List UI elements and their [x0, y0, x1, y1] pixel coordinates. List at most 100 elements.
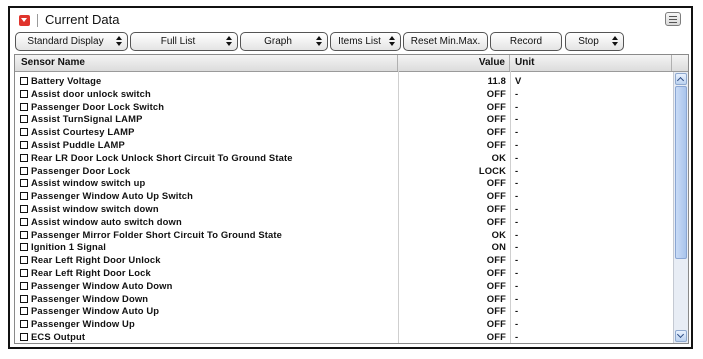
table-row[interactable]: Ignition 1 Signal ON - [15, 241, 672, 254]
sensor-name-cell: Rear Left Right Door Lock [31, 266, 151, 278]
sensor-value-cell: LOCK [478, 164, 506, 176]
sensor-value-cell: OFF [486, 113, 506, 125]
sensor-unit-cell: - [515, 164, 519, 176]
graph-select[interactable]: Graph [240, 32, 328, 51]
table-row[interactable]: Assist window switch down OFF - [15, 203, 672, 216]
list-filter-select[interactable]: Full List [130, 32, 238, 51]
chevron-down-icon[interactable] [675, 330, 687, 342]
checkbox-icon[interactable] [20, 332, 28, 341]
vertical-scrollbar[interactable] [673, 72, 688, 343]
sensor-value-cell: OFF [486, 138, 506, 150]
table-row[interactable]: Assist door unlock switch OFF - [15, 88, 672, 101]
checkbox-icon[interactable] [20, 294, 28, 303]
table-body: Battery Voltage 11.8 V Assist door unlock s… [15, 75, 672, 343]
table-row[interactable]: Assist window auto switch down OFF - [15, 216, 672, 229]
column-header-unit[interactable]: Unit [510, 55, 672, 71]
record-button[interactable]: Record [490, 32, 562, 51]
sensor-name-cell: Passenger Window Up [31, 318, 135, 330]
table-row[interactable]: Passenger Door Lock Switch OFF - [15, 101, 672, 114]
table-row[interactable]: ECS Output OFF - [15, 330, 672, 343]
reset-min-max-button[interactable]: Reset Min.Max. [403, 32, 488, 51]
checkbox-icon[interactable] [20, 192, 28, 201]
sensor-value-cell: OFF [486, 318, 506, 330]
checkbox-icon[interactable] [20, 115, 28, 124]
table-header: Sensor Name Value Unit [15, 55, 688, 72]
sensor-name-cell: Passenger Window Auto Up Switch [31, 190, 194, 202]
table-row[interactable]: Rear LR Door Lock Unlock Short Circuit T… [15, 152, 672, 165]
sensor-unit-cell: - [515, 113, 519, 125]
select-arrows-icon [116, 36, 123, 47]
sensor-unit-cell: - [515, 228, 519, 240]
table-row[interactable]: Passenger Door Lock LOCK - [15, 165, 672, 178]
sensor-unit-cell: - [515, 215, 519, 227]
checkbox-icon[interactable] [20, 140, 28, 149]
checkbox-icon[interactable] [20, 256, 28, 265]
sensor-name-cell: Assist door unlock switch [31, 87, 151, 99]
checkbox-icon[interactable] [20, 230, 28, 239]
checkbox-icon[interactable] [20, 166, 28, 175]
sensor-name-cell: Passenger Door Lock [31, 164, 131, 176]
title-bar: Current Data [10, 8, 691, 32]
column-header-sensor-name[interactable]: Sensor Name [15, 55, 398, 71]
sensor-name-cell: Ignition 1 Signal [31, 241, 106, 253]
sensor-unit-cell: V [515, 75, 522, 86]
table-row[interactable]: Assist Courtesy LAMP OFF - [15, 126, 672, 139]
sensor-unit-cell: - [515, 266, 519, 278]
checkbox-icon[interactable] [20, 320, 28, 329]
checkbox-icon[interactable] [20, 128, 28, 137]
stop-label: Stop [578, 36, 599, 47]
sensor-name-cell: Assist window switch up [31, 177, 146, 189]
table-row[interactable]: Rear Left Right Door Unlock OFF - [15, 254, 672, 267]
list-menu-icon[interactable] [665, 12, 681, 26]
table-row[interactable]: Assist window switch up OFF - [15, 177, 672, 190]
checkbox-icon[interactable] [20, 217, 28, 226]
stop-select[interactable]: Stop [565, 32, 624, 51]
sensor-value-cell: 11.8 [487, 75, 506, 86]
sensor-name-cell: Battery Voltage [31, 75, 102, 86]
checkbox-icon[interactable] [20, 243, 28, 252]
checkbox-icon[interactable] [20, 204, 28, 213]
checkbox-icon[interactable] [20, 153, 28, 162]
table-row[interactable]: Rear Left Right Door Lock OFF - [15, 267, 672, 280]
table-row[interactable]: Assist Puddle LAMP OFF - [15, 139, 672, 152]
panel-title: Current Data [45, 12, 120, 27]
table-row[interactable]: Passenger Window Auto Down OFF - [15, 280, 672, 293]
sensor-value-cell: OFF [486, 305, 506, 317]
sensor-data-table: Sensor Name Value Unit Battery Voltage 11… [14, 54, 689, 344]
chevron-up-icon[interactable] [675, 73, 687, 85]
list-filter-label: Full List [160, 36, 196, 47]
sensor-value-cell: OFF [486, 330, 506, 342]
table-row[interactable]: Passenger Window Down OFF - [15, 293, 672, 306]
checkbox-icon[interactable] [20, 281, 28, 290]
table-row[interactable]: Battery Voltage 11.8 V [15, 75, 672, 88]
sensor-unit-cell: - [515, 241, 519, 253]
select-arrows-icon [612, 36, 619, 47]
select-arrows-icon [316, 36, 323, 47]
collapse-arrow-icon[interactable] [19, 15, 30, 26]
display-mode-select[interactable]: Standard Display [15, 32, 128, 51]
sensor-name-cell: Passenger Window Down [31, 292, 149, 304]
checkbox-icon[interactable] [20, 77, 28, 85]
table-row[interactable]: Passenger Mirror Folder Short Circuit To… [15, 229, 672, 242]
table-row[interactable]: Passenger Window Auto Up OFF - [15, 305, 672, 318]
checkbox-icon[interactable] [20, 179, 28, 188]
toolbar: Standard Display Full List Graph Items L… [10, 32, 691, 53]
scrollbar-thumb[interactable] [675, 86, 687, 259]
sensor-value-cell: OFF [486, 190, 506, 202]
column-header-filler [672, 55, 688, 71]
items-list-select[interactable]: Items List [330, 32, 401, 51]
sensor-value-cell: OFF [486, 215, 506, 227]
table-row[interactable]: Assist TurnSignal LAMP OFF - [15, 113, 672, 126]
sensor-value-cell: OFF [486, 266, 506, 278]
checkbox-icon[interactable] [20, 307, 28, 316]
checkbox-icon[interactable] [20, 89, 28, 98]
sensor-value-cell: OFF [486, 87, 506, 99]
column-header-value[interactable]: Value [398, 55, 510, 71]
checkbox-icon[interactable] [20, 268, 28, 277]
sensor-unit-cell: - [515, 318, 519, 330]
sensor-value-cell: OFF [486, 292, 506, 304]
table-row[interactable]: Passenger Window Auto Up Switch OFF - [15, 190, 672, 203]
checkbox-icon[interactable] [20, 102, 28, 111]
table-row[interactable]: Passenger Window Up OFF - [15, 318, 672, 331]
sensor-name-cell: ECS Output [31, 330, 86, 342]
